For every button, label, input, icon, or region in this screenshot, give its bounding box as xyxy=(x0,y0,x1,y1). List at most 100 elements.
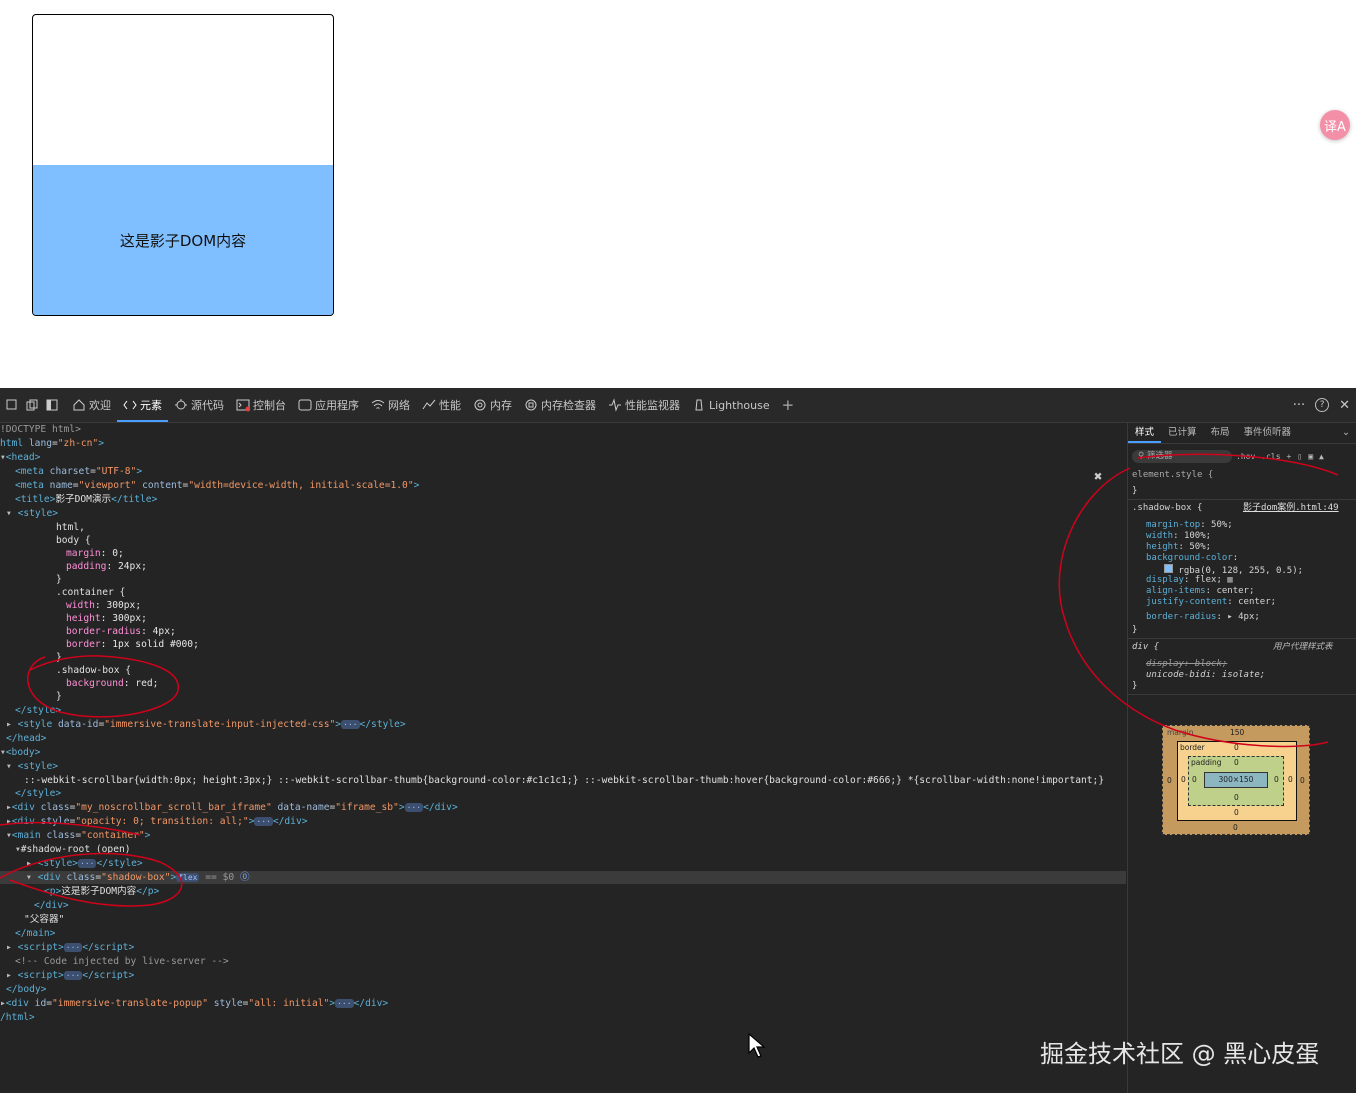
dom-line-body-style[interactable]: ▾ <style> xyxy=(6,760,58,773)
tab-computed[interactable]: 已计算 xyxy=(1161,423,1204,443)
dom-line-body[interactable]: ▾<body> xyxy=(0,746,40,759)
padding-bottom-value[interactable]: 0 xyxy=(1234,793,1239,802)
device-emulation-icon[interactable] xyxy=(24,397,40,413)
lighthouse-icon xyxy=(692,398,706,412)
dom-line-p[interactable]: <p>这是影子DOM内容</p> xyxy=(44,885,159,898)
border-left-value[interactable]: 0 xyxy=(1181,775,1186,784)
dom-line-doctype[interactable]: !DOCTYPE html> xyxy=(0,423,81,436)
close-devtools-button[interactable]: ✕ xyxy=(1339,398,1350,413)
dom-line-script2[interactable]: ▸ <script> ··· </script> xyxy=(6,969,134,982)
dom-line-iframe-div[interactable]: ▸<div class="my_noscrollbar_scroll_bar_i… xyxy=(6,801,458,814)
scroll-up-icon[interactable]: ▲ xyxy=(1319,452,1324,461)
padding-right-value[interactable]: 0 xyxy=(1274,775,1279,784)
ua-display-prop[interactable]: display: block; xyxy=(1146,659,1227,670)
dom-line-main-close[interactable]: </main> xyxy=(15,927,55,940)
dom-line-style-injected[interactable]: ▸ <style data-id="immersive-translate-in… xyxy=(6,718,406,731)
hov-toggle[interactable]: :hov xyxy=(1236,452,1255,461)
style-prop[interactable]: background-color: xyxy=(1146,553,1238,564)
rule-source-link[interactable]: 影子dom案例.html:49 xyxy=(1243,503,1339,514)
pin-icon[interactable]: ✖ xyxy=(1094,469,1102,485)
dom-line-script1[interactable]: ▸ <script> ··· </script> xyxy=(6,941,134,954)
color-swatch-icon[interactable] xyxy=(1164,564,1173,573)
dom-line-html-close[interactable]: /html> xyxy=(0,1011,35,1024)
tab-memory-inspector[interactable]: 内存检查器 xyxy=(518,388,602,422)
dom-line-html[interactable]: html lang="zh-cn"> xyxy=(0,437,104,450)
style-prop[interactable]: border-radius: ▸ 4px; xyxy=(1146,612,1260,623)
chevron-down-icon[interactable]: ⌄ xyxy=(1335,423,1356,443)
margin-left-value[interactable]: 0 xyxy=(1167,776,1172,785)
tab-label: 内存 xyxy=(490,399,512,412)
help-button[interactable]: ? xyxy=(1315,398,1330,412)
flex-badge[interactable]: flex xyxy=(176,873,200,882)
margin-bottom-value[interactable]: 0 xyxy=(1233,823,1238,832)
tab-performance[interactable]: 性能 xyxy=(416,388,467,422)
style-prop[interactable]: width: 100%; xyxy=(1146,531,1211,542)
ua-unicode-prop[interactable]: unicode-bidi: isolate; xyxy=(1146,670,1265,681)
elements-tree[interactable]: !DOCTYPE html> html lang="zh-cn"> ▾<head… xyxy=(0,423,1126,1093)
memory-inspector-icon xyxy=(524,398,538,412)
margin-right-value[interactable]: 0 xyxy=(1300,776,1305,785)
dom-line-comment[interactable]: <!-- Code injected by live-server --> xyxy=(15,955,229,968)
style-prop[interactable]: justify-content: center; xyxy=(1146,597,1276,608)
cls-toggle[interactable]: .cls xyxy=(1261,452,1280,461)
dom-line-shadow-style[interactable]: ▸ <style> ··· </style> xyxy=(26,857,143,870)
tab-event-listeners[interactable]: 事件侦听器 xyxy=(1237,423,1299,443)
css-line: height: 300px; xyxy=(66,613,147,624)
dock-icon[interactable] xyxy=(44,397,60,413)
dom-line-popup[interactable]: ▸<div id="immersive-translate-popup" sty… xyxy=(0,997,388,1010)
style-prop[interactable]: height: 50%; xyxy=(1146,542,1211,553)
tab-application[interactable]: 应用程序 xyxy=(292,388,365,422)
dom-line-style[interactable]: ▾ <style> xyxy=(6,507,58,520)
translate-float-button[interactable]: 译A xyxy=(1320,110,1350,140)
paint-icon[interactable]: ▯ xyxy=(1297,452,1302,461)
dom-line-style-close2[interactable]: </style> xyxy=(15,787,61,800)
shadow-box-selector[interactable]: .shadow-box { xyxy=(1132,503,1202,514)
devtools-toolbar: 欢迎 元素 源代码 控制台 应用程序 网络 性能 内存 内存检查器 性能监视器 Lighthouse… xyxy=(0,388,1356,423)
margin-top-value[interactable]: 150 xyxy=(1230,728,1244,737)
tab-performance-monitor[interactable]: 性能监视器 xyxy=(602,388,686,422)
dom-line-body-close[interactable]: </body> xyxy=(6,983,46,996)
element-style-rule[interactable]: element.style { xyxy=(1132,470,1213,481)
tab-lighthouse[interactable]: Lighthouse xyxy=(686,388,776,422)
style-prop-color-value[interactable]: rgba(0, 128, 255, 0.5); xyxy=(1164,564,1303,576)
border-right-value[interactable]: 0 xyxy=(1288,775,1293,784)
tab-console[interactable]: 控制台 xyxy=(230,388,292,422)
tab-code[interactable]: 元素 xyxy=(117,388,168,422)
tab-styles[interactable]: 样式 xyxy=(1128,423,1161,443)
border-top-value[interactable]: 0 xyxy=(1234,743,1239,752)
style-prop[interactable]: align-items: center; xyxy=(1146,586,1254,597)
dom-line-parent-text[interactable]: "父容器" xyxy=(24,913,64,926)
tab-wifi[interactable]: 网络 xyxy=(365,388,416,422)
padding-top-value[interactable]: 0 xyxy=(1234,758,1239,767)
filter-input[interactable]: ⚲ 筛选器 xyxy=(1132,449,1232,463)
style-prop[interactable]: margin-top: 50%; xyxy=(1146,520,1233,531)
dom-line-style-close[interactable]: </style> xyxy=(15,704,61,717)
add-tab-button[interactable]: + xyxy=(776,388,801,422)
sidebar-toggle-icon[interactable]: ▣ xyxy=(1308,452,1313,461)
dom-line-title[interactable]: <title>影子DOM演示</title> xyxy=(15,493,157,506)
dom-line-main[interactable]: ▾<main class="container"> xyxy=(6,829,150,842)
tab-layout[interactable]: 布局 xyxy=(1204,423,1237,443)
code-icon xyxy=(123,398,137,412)
style-prop[interactable]: display: flex; ▦ xyxy=(1146,575,1233,586)
tab-memory[interactable]: 内存 xyxy=(467,388,518,422)
border-bottom-value[interactable]: 0 xyxy=(1234,808,1239,817)
performance-monitor-icon xyxy=(608,398,622,412)
padding-left-value[interactable]: 0 xyxy=(1192,775,1197,784)
tab-home[interactable]: 欢迎 xyxy=(66,388,117,422)
add-rule-icon[interactable]: + xyxy=(1287,452,1292,461)
dom-line-head[interactable]: ▾<head> xyxy=(0,451,40,464)
content-box[interactable]: 300×150 xyxy=(1204,772,1268,788)
inspect-element-icon[interactable] xyxy=(4,397,20,413)
dom-line-meta-charset[interactable]: <meta charset="UTF-8"> xyxy=(15,465,142,478)
dom-line-div-close[interactable]: </div> xyxy=(34,899,69,912)
more-options-button[interactable]: ··· xyxy=(1293,398,1305,413)
tab-bug[interactable]: 源代码 xyxy=(168,388,230,422)
dom-line-shadow-box-selected[interactable]: ▾ <div class="shadow-box"> flex == $0 ⓪ xyxy=(0,871,1126,884)
dom-line-meta-viewport[interactable]: <meta name="viewport" content="width=dev… xyxy=(15,479,419,492)
dom-line-head-close[interactable]: </head> xyxy=(6,732,46,745)
ua-div-selector[interactable]: div { xyxy=(1132,642,1159,653)
dom-line-opacity-div[interactable]: ▸<div style="opacity: 0; transition: all… xyxy=(6,815,308,828)
dom-line-shadow-root[interactable]: ▾#shadow-root (open) xyxy=(15,843,131,856)
css-line: background: red; xyxy=(66,678,159,689)
